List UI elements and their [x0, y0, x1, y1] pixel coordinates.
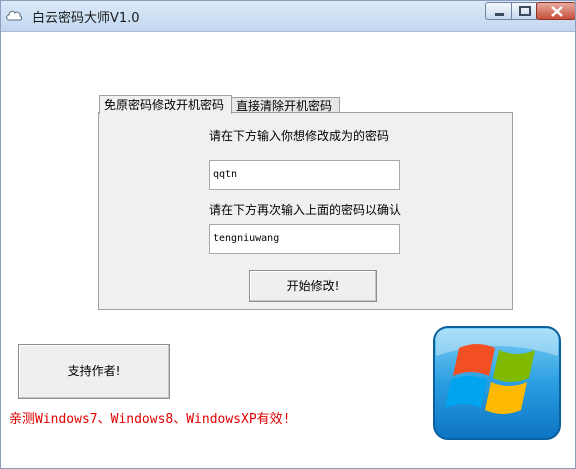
new-password-label: 请在下方输入你想修改成为的密码: [209, 129, 390, 143]
confirm-password-field[interactable]: tengniuwang: [209, 224, 400, 254]
minimize-button[interactable]: [485, 2, 512, 20]
maximize-icon: [519, 6, 531, 16]
cloud-icon: [5, 6, 23, 24]
minimize-icon: [495, 13, 504, 16]
windows-logo: [433, 326, 561, 440]
start-change-button[interactable]: 开始修改!: [249, 270, 377, 302]
tab-change-password[interactable]: 免原密码修改开机密码: [99, 95, 232, 114]
close-icon: [551, 6, 563, 17]
title-bar[interactable]: 白云密码大师V1.0: [1, 1, 575, 32]
window-title: 白云密码大师V1.0: [32, 11, 140, 26]
support-author-button[interactable]: 支持作者!: [18, 344, 170, 399]
app-window: 白云密码大师V1.0 免原密码修改开机密码 直接清除开机密码 请在下方输入你想修…: [0, 0, 576, 469]
compatibility-note: 亲测Windows7、Windows8、WindowsXP有效!: [9, 412, 291, 427]
maximize-button[interactable]: [511, 2, 537, 20]
confirm-password-label: 请在下方再次输入上面的密码以确认: [209, 203, 402, 217]
new-password-field[interactable]: qqtn: [209, 160, 400, 190]
close-button[interactable]: [536, 2, 575, 20]
